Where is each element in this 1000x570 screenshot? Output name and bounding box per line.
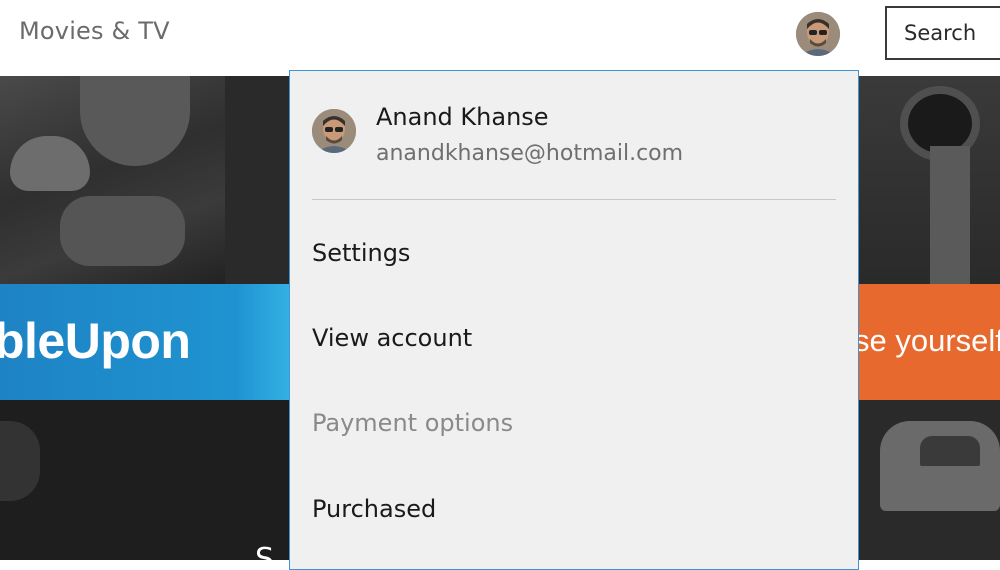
menu-divider [312,199,836,200]
user-avatar-icon [312,109,356,153]
tile-image [225,76,295,284]
search-button[interactable]: Search [885,6,1000,60]
menu-item-purchased[interactable]: Purchased [312,495,436,523]
account-flyout-menu: Anand Khanse anandkhanse@hotmail.com Set… [289,70,859,570]
app-title: Movies & TV [19,17,170,45]
account-user-name: Anand Khanse [376,103,549,131]
menu-item-settings[interactable]: Settings [312,239,410,267]
user-avatar-icon [796,12,840,56]
account-avatar-button[interactable] [796,12,840,56]
bottom-left-tile[interactable] [0,400,295,560]
partial-tile-text: S [255,542,275,560]
orange-banner-text: se yourself [854,323,1000,358]
car-window-shape [920,436,980,466]
stumbleupon-banner-text: bleUpon [0,313,191,369]
tile-image-shape [0,421,40,501]
account-user-email: anandkhanse@hotmail.com [376,141,684,166]
car-tile-image [880,421,1000,511]
menu-item-view-account[interactable]: View account [312,324,472,352]
food-tile-shape [60,196,185,266]
title-bar: Movies & TV Search [0,0,1000,76]
menu-item-payment-options: Payment options [312,409,514,437]
tile-image-shape [930,146,970,284]
flyout-avatar [312,109,356,153]
